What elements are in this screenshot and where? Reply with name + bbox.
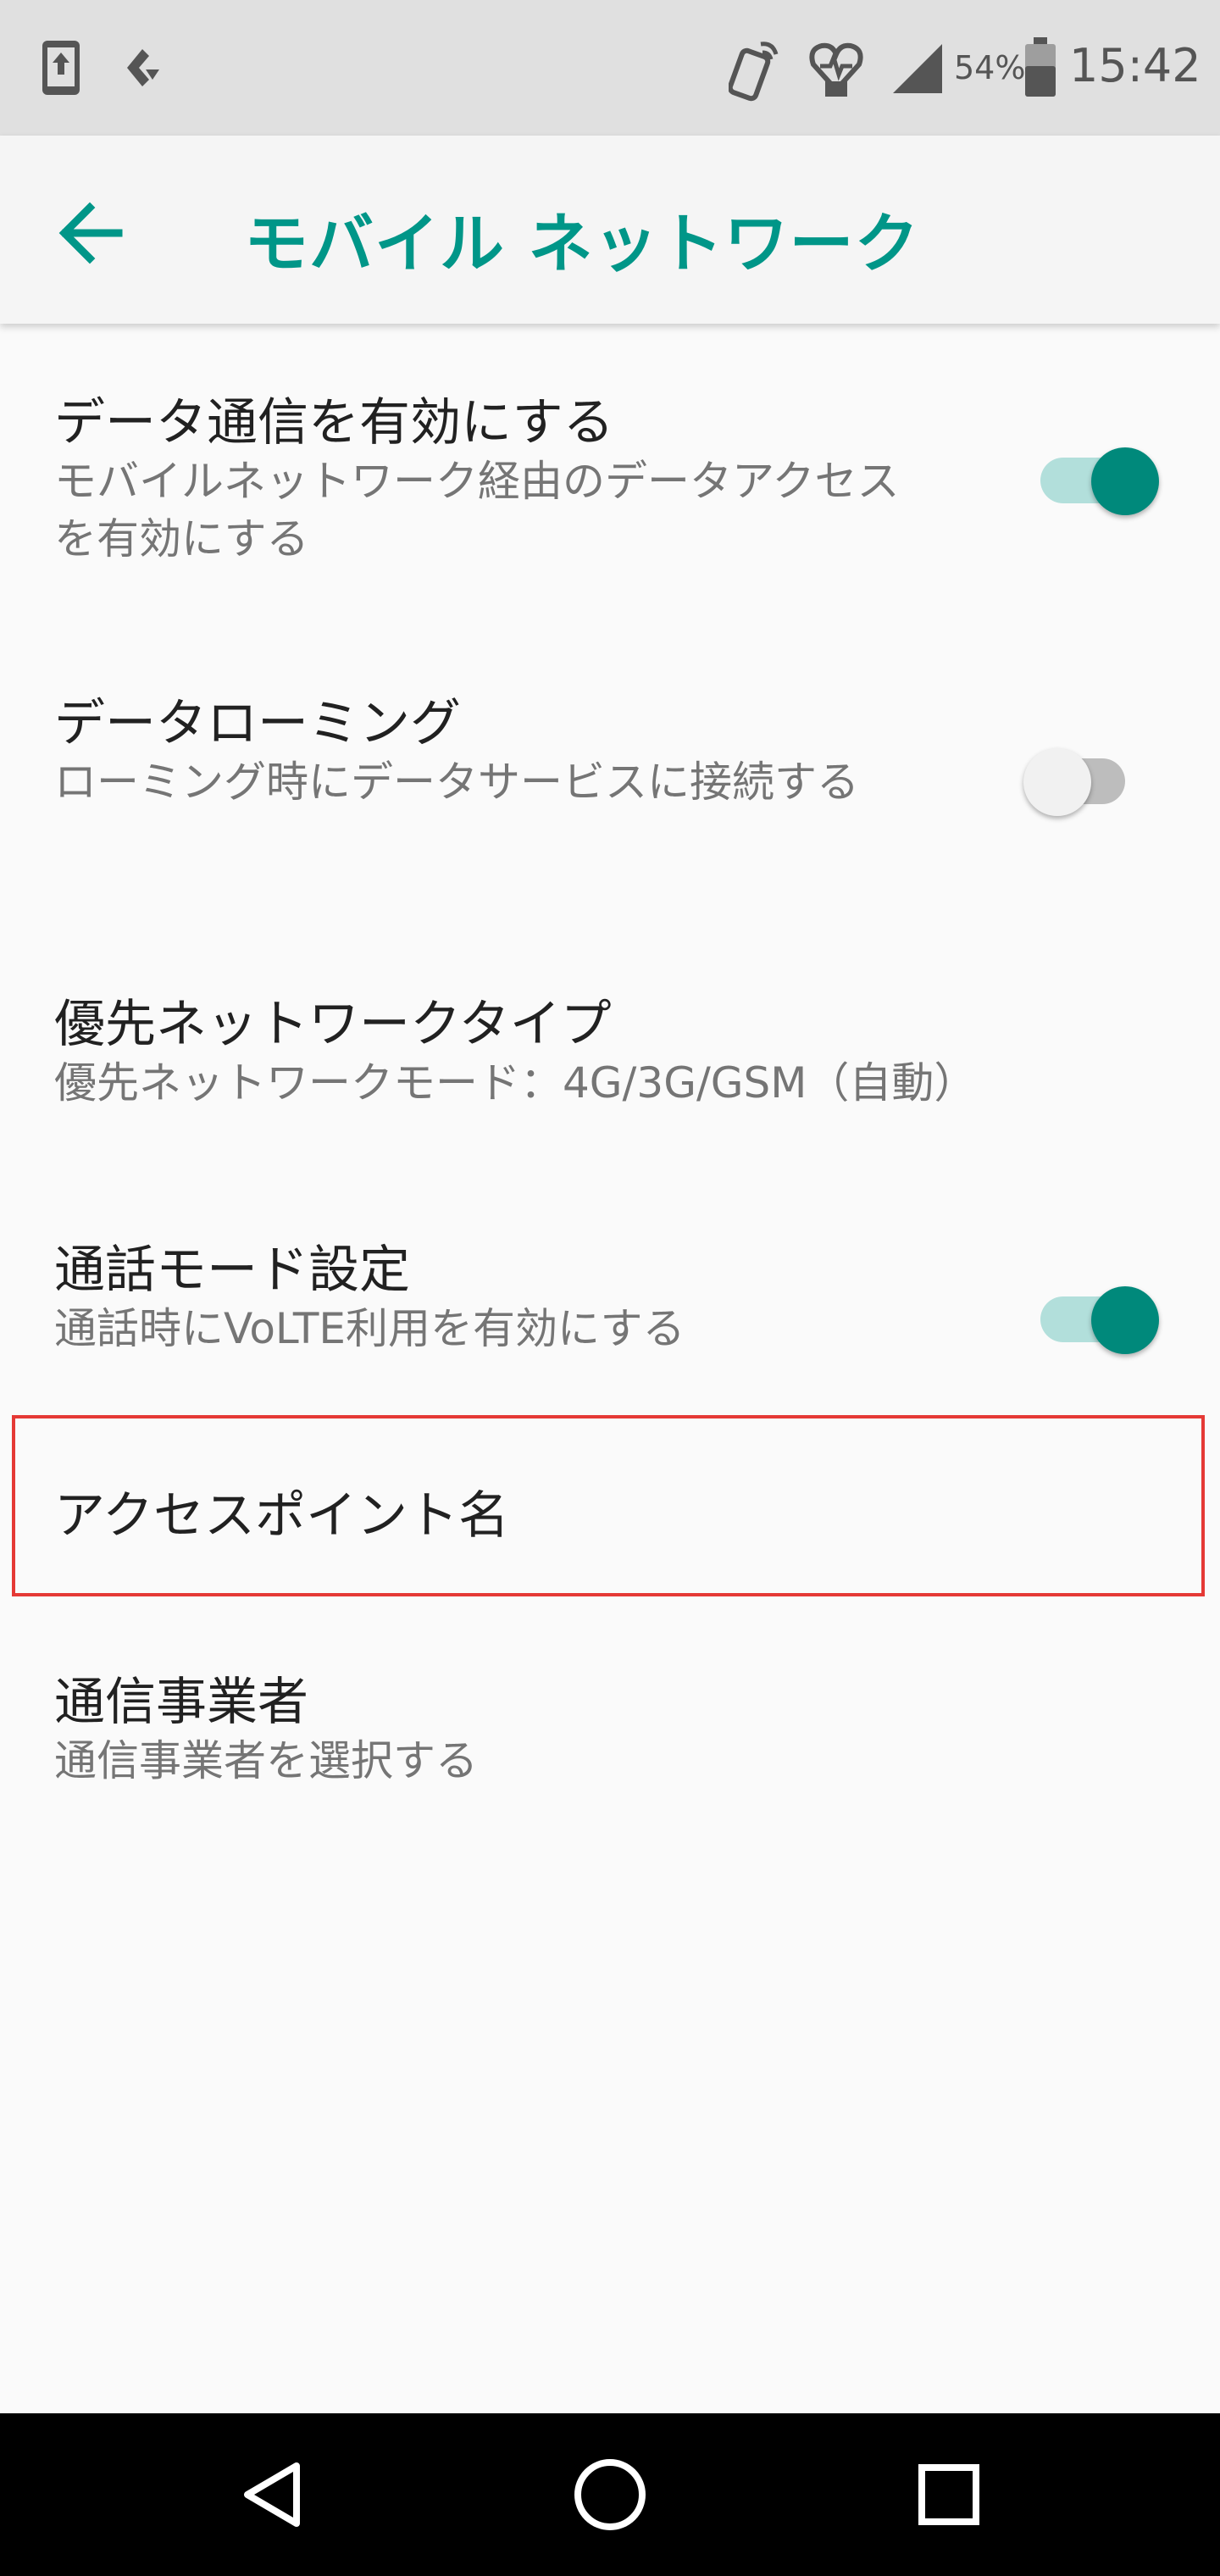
setting-access-point-names[interactable]: アクセスポイント名 xyxy=(0,1418,1220,1593)
setting-carrier[interactable]: 通信事業者 通信事業者を選択する xyxy=(0,1635,1220,1839)
app-bar: モバイル ネットワーク xyxy=(0,136,1220,324)
setting-title: 優先ネットワークタイプ xyxy=(54,995,612,1054)
setting-data-roaming[interactable]: データローミング ローミング時にデータサービスに接続する xyxy=(0,657,1220,894)
setting-title: アクセスポイント名 xyxy=(54,1486,509,1546)
setting-title: 通信事業者 xyxy=(54,1673,308,1732)
back-triangle-icon[interactable] xyxy=(222,2444,324,2545)
heart-health-icon xyxy=(809,42,863,97)
setting-call-mode[interactable]: 通話モード設定 通話時にVoLTE利用を有効にする xyxy=(0,1203,1220,1390)
recents-square-icon[interactable] xyxy=(898,2444,1000,2545)
data-toggle-switch[interactable] xyxy=(1040,434,1159,519)
home-circle-icon[interactable] xyxy=(559,2444,661,2545)
status-bar: 54% 15:42 xyxy=(0,0,1220,136)
switch-thumb xyxy=(1091,447,1159,515)
setting-summary: 優先ネットワークモード：4G/3G/GSM（自動） xyxy=(54,1058,977,1108)
volte-toggle-switch[interactable] xyxy=(1040,1273,1159,1357)
arrow-back-icon[interactable] xyxy=(51,191,136,275)
setting-title: データ通信を有効にする xyxy=(54,393,614,452)
status-time: 15:42 xyxy=(1069,39,1201,92)
signal-icon xyxy=(893,44,942,93)
nfc-icon xyxy=(729,42,779,102)
switch-thumb xyxy=(1091,1286,1159,1354)
battery-icon xyxy=(1025,37,1056,97)
setting-title: 通話モード設定 xyxy=(54,1241,410,1300)
battery-percent: 54% xyxy=(954,49,1026,86)
navigation-bar xyxy=(0,2413,1220,2576)
page-title: モバイル ネットワーク xyxy=(244,206,920,281)
setting-enable-data[interactable]: データ通信を有効にする モバイルネットワーク経由のデータアクセスを有効にする xyxy=(0,356,1220,593)
setting-preferred-network-type[interactable]: 優先ネットワークタイプ 優先ネットワークモード：4G/3G/GSM（自動） xyxy=(0,958,1220,1161)
roaming-toggle-switch[interactable] xyxy=(1023,735,1145,819)
upload-notification-icon xyxy=(42,41,80,95)
setting-summary: モバイルネットワーク経由のデータアクセスを有効にする xyxy=(54,457,900,564)
download-notification-icon xyxy=(127,49,159,86)
setting-summary: 通話時にVoLTE利用を有効にする xyxy=(54,1304,685,1353)
setting-summary: ローミング時にデータサービスに接続する xyxy=(54,758,859,807)
setting-summary: 通信事業者を選択する xyxy=(54,1736,478,1785)
switch-thumb xyxy=(1023,748,1091,816)
setting-title: データローミング xyxy=(54,694,461,753)
